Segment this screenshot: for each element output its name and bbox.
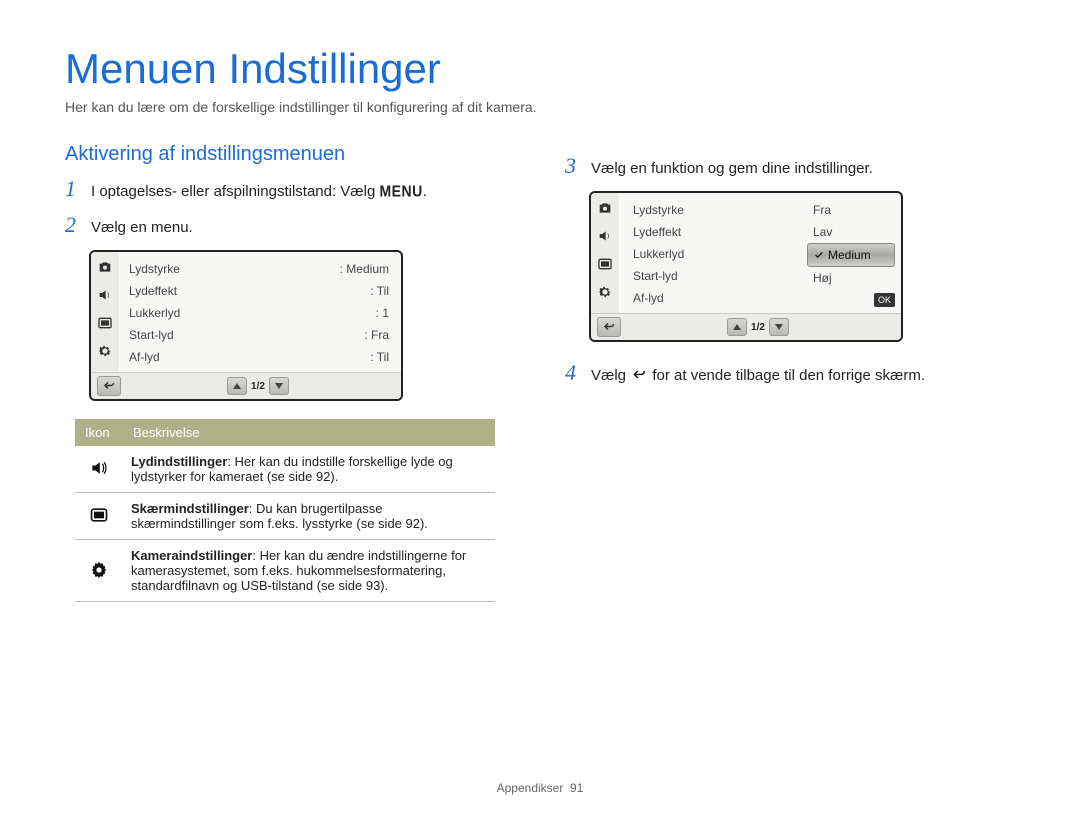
step-2: 2 Vælg en menu. (65, 212, 505, 238)
page-title: Menuen Indstillinger (65, 45, 1015, 93)
table-row: Skærmindstillinger: Du kan brugertilpass… (75, 493, 495, 540)
row-title: Kameraindstillinger (131, 548, 252, 563)
option-item[interactable]: Lav (807, 221, 895, 243)
page-up-button[interactable] (227, 377, 247, 395)
back-icon (630, 368, 648, 382)
setting-label: Af-lyd (129, 350, 160, 364)
sound-icon (96, 286, 114, 304)
screen-sidebar (91, 252, 119, 372)
gear-icon (88, 559, 110, 581)
option-item-selected[interactable]: Medium (807, 243, 895, 267)
setting-value: : Til (370, 284, 389, 298)
setting-label: Lydeffekt (129, 284, 177, 298)
camera-screen-menu: Lydstyrke : Medium Lydeffekt : Til Lukkerl… (89, 250, 403, 401)
row-title: Lydindstillinger (131, 454, 227, 469)
option-item[interactable]: Høj (807, 267, 895, 289)
section-heading: Aktivering af indstillingsmenuen (65, 143, 505, 166)
table-row: Lydindstillinger: Her kan du indstille f… (75, 446, 495, 493)
gear-icon (96, 342, 114, 360)
step-number: 2 (65, 212, 83, 238)
page-down-button[interactable] (269, 377, 289, 395)
step-4-text-pre: Vælg (591, 367, 630, 384)
page-up-button[interactable] (727, 318, 747, 336)
screen-icon (88, 504, 110, 526)
pager-label: 1/2 (251, 381, 265, 392)
camera-icon (96, 258, 114, 276)
setting-label: Start-lyd (129, 328, 174, 342)
page-down-button[interactable] (769, 318, 789, 336)
step-2-text: Vælg en menu. (91, 215, 193, 236)
step-number: 1 (65, 176, 83, 202)
sound-icon (596, 227, 614, 245)
intro-text: Her kan du lære om de forskellige indsti… (65, 99, 1015, 115)
row-title: Skærmindstillinger (131, 501, 249, 516)
step-4-text-post: for at vende tilbage til den forrige skæ… (652, 367, 925, 384)
setting-value: : Til (370, 350, 389, 364)
setting-label: Lukkerlyd (627, 243, 803, 265)
gear-icon (596, 283, 614, 301)
setting-value: : 1 (376, 306, 389, 320)
pager-label: 1/2 (751, 322, 765, 333)
step-number: 3 (565, 153, 583, 179)
screen-icon (96, 314, 114, 332)
step-1-text-post: . (423, 183, 427, 200)
camera-icon (596, 199, 614, 217)
page-footer: Appendikser 91 (0, 781, 1080, 795)
setting-label: Lukkerlyd (129, 306, 180, 320)
screen-sidebar (591, 193, 619, 313)
back-button[interactable] (597, 317, 621, 337)
option-list: Fra Lav Medium Høj OK (807, 193, 901, 313)
footer-page-number: 91 (570, 781, 583, 795)
settings-list: Lydstyrke : Medium Lydeffekt : Til Lukkerl… (119, 252, 401, 372)
camera-screen-options: Lydstyrke Lydeffekt Lukkerlyd Start-lyd … (589, 191, 903, 342)
step-4: 4 Vælg for at vende tilbage til den forr… (565, 360, 1005, 386)
setting-label: Lydstyrke (627, 199, 803, 221)
table-header-desc: Beskrivelse (123, 419, 495, 446)
setting-label: Start-lyd (627, 265, 803, 287)
option-item[interactable]: Fra (807, 199, 895, 221)
setting-label: Af-lyd (627, 287, 803, 309)
table-row: Kameraindstillinger: Her kan du ændre in… (75, 540, 495, 602)
check-icon (814, 250, 824, 260)
ok-button[interactable]: OK (874, 293, 895, 307)
setting-value: : Medium (340, 262, 389, 276)
step-1: 1 I optagelses- eller afspilningstilstan… (65, 176, 505, 202)
icon-description-table: Ikon Beskrivelse Lydindstillinger: Her k… (75, 419, 495, 602)
settings-list: Lydstyrke Lydeffekt Lukkerlyd Start-lyd … (619, 193, 807, 313)
table-header-icon: Ikon (75, 419, 123, 446)
setting-value: : Fra (364, 328, 389, 342)
setting-label: Lydeffekt (627, 221, 803, 243)
menu-icon: MENU (380, 182, 423, 200)
step-1-text-pre: I optagelses- eller afspilningstilstand:… (91, 183, 380, 200)
step-3-text: Vælg en funktion og gem dine indstilling… (591, 156, 873, 177)
setting-label: Lydstyrke (129, 262, 180, 276)
back-button[interactable] (97, 376, 121, 396)
sound-icon (88, 457, 110, 479)
footer-section: Appendikser (497, 781, 564, 795)
screen-icon (596, 255, 614, 273)
step-3: 3 Vælg en funktion og gem dine indstilli… (565, 153, 1005, 179)
step-number: 4 (565, 360, 583, 386)
